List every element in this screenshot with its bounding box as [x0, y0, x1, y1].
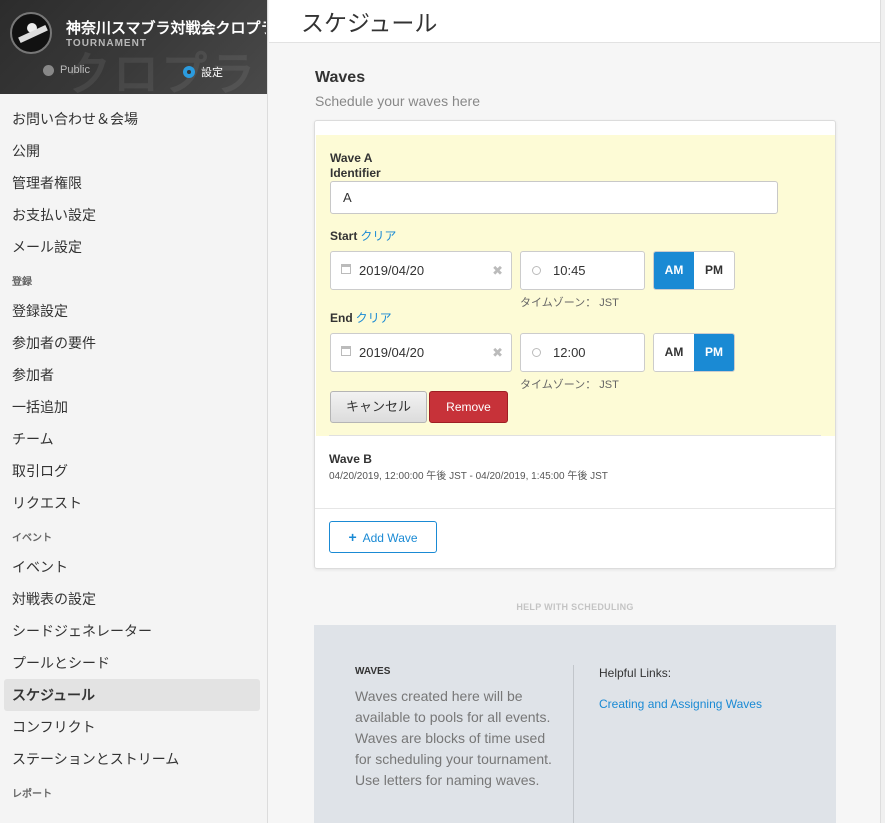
start-pm-button[interactable]: PM: [694, 252, 734, 289]
help-waves-text: Waves created here will be available to …: [355, 688, 552, 788]
helpful-links-title: Helpful Links:: [599, 666, 672, 680]
tab-public-label: Public: [60, 64, 90, 76]
waves-subtitle: Schedule your waves here: [315, 93, 480, 109]
sidebar-item[interactable]: お問い合わせ＆会場: [0, 103, 267, 135]
divider: [315, 508, 835, 509]
help-waves-title: WAVES: [355, 666, 391, 677]
sidebar-item[interactable]: シードジェネレーター: [0, 615, 267, 647]
help-panel: WAVES Waves created here will be availab…: [314, 625, 836, 823]
clear-date-icon[interactable]: ✖: [492, 334, 503, 371]
end-timezone: タイムゾーン： JST: [520, 379, 619, 391]
sidebar-section-reports: レポート: [12, 789, 52, 800]
end-time-input[interactable]: 12:00: [520, 333, 645, 372]
main-content: Waves Schedule your waves here Wave A Id…: [269, 44, 880, 823]
sidebar-item[interactable]: 取引ログ: [0, 455, 267, 487]
waves-card: Wave A Identifier Startクリア 2019/04/20 ✖ …: [314, 120, 836, 569]
sidebar-item[interactable]: コンフリクト: [0, 711, 267, 743]
end-date-value: 2019/04/20: [359, 345, 425, 360]
wave-b-time-range: 04/20/2019, 12:00:00 午後 JST - 04/20/2019…: [329, 471, 608, 482]
end-date-input[interactable]: 2019/04/20 ✖: [330, 333, 512, 372]
identifier-label: Identifier: [330, 166, 381, 180]
sidebar-item[interactable]: イベント: [0, 551, 267, 583]
clock-icon: [532, 348, 541, 357]
add-wave-button[interactable]: + Add Wave: [329, 521, 437, 553]
tab-public[interactable]: Public: [43, 64, 90, 76]
end-label-row: End クリア: [330, 309, 392, 326]
end-label: End: [330, 311, 353, 325]
start-date-value: 2019/04/20: [359, 263, 425, 278]
calendar-icon: [341, 264, 351, 274]
sidebar-item[interactable]: ステーションとストリーム: [0, 743, 267, 775]
identifier-input[interactable]: [330, 181, 778, 214]
divider: [573, 665, 574, 823]
sidebar-item[interactable]: 一括追加: [0, 391, 267, 423]
start-clear-link[interactable]: クリア: [360, 229, 396, 243]
sidebar-section-registration: 登録: [12, 277, 32, 288]
start-ampm-toggle: AM PM: [653, 251, 735, 290]
start-time-value: 10:45: [553, 263, 586, 278]
page-title: スケジュール: [301, 10, 438, 36]
sidebar-item-schedule[interactable]: スケジュール: [4, 679, 260, 711]
page-header: スケジュール: [269, 0, 885, 43]
sidebar-item[interactable]: お支払い設定: [0, 199, 267, 231]
wave-a-editor: Wave A Identifier Startクリア 2019/04/20 ✖ …: [316, 135, 835, 436]
gear-icon: [183, 66, 195, 78]
remove-button[interactable]: Remove: [429, 391, 508, 423]
sidebar-nav: お問い合わせ＆会場 公開 管理者権限 お支払い設定 メール設定 登録 登録設定 …: [0, 103, 267, 807]
start-label: Start: [330, 229, 358, 243]
sidebar-item[interactable]: 登録設定: [0, 295, 267, 327]
clock-icon: [532, 266, 541, 275]
start-time-input[interactable]: 10:45: [520, 251, 645, 290]
cancel-button[interactable]: キャンセル: [330, 391, 427, 423]
sidebar-section-events: イベント: [12, 533, 52, 544]
sidebar-item[interactable]: 管理者権限: [0, 167, 267, 199]
sidebar-item[interactable]: リクエスト: [0, 487, 267, 519]
globe-icon: [43, 64, 54, 76]
add-wave-label: Add Wave: [362, 531, 418, 545]
tournament-label: TOURNAMENT: [66, 38, 147, 49]
end-time-value: 12:00: [553, 345, 586, 360]
scrollbar[interactable]: [880, 0, 885, 823]
sidebar-item[interactable]: 参加者: [0, 359, 267, 391]
creating-waves-link[interactable]: Creating and Assigning Waves: [599, 697, 762, 711]
clear-date-icon[interactable]: ✖: [492, 252, 503, 289]
start-am-button[interactable]: AM: [654, 252, 694, 289]
end-clear-link[interactable]: クリア: [356, 311, 392, 325]
end-ampm-toggle: AM PM: [653, 333, 735, 372]
end-am-button[interactable]: AM: [654, 334, 694, 371]
wave-a-title: Wave A: [330, 151, 373, 165]
calendar-icon: [341, 346, 351, 356]
sidebar-item[interactable]: メール設定: [0, 231, 267, 263]
tab-settings-label: 設定: [201, 67, 223, 79]
tournament-name[interactable]: 神奈川スマブラ対戦会クロプラ: [66, 17, 266, 38]
help-heading: HELP WITH SCHEDULING: [516, 602, 634, 612]
wave-b-title[interactable]: Wave B: [329, 452, 372, 466]
start-date-input[interactable]: 2019/04/20 ✖: [330, 251, 512, 290]
sidebar-item[interactable]: プールとシード: [0, 647, 267, 679]
start-timezone: タイムゾーン： JST: [520, 297, 619, 309]
sidebar-item[interactable]: 対戦表の設定: [0, 583, 267, 615]
plus-icon: +: [348, 529, 357, 545]
sidebar-item[interactable]: 公開: [0, 135, 267, 167]
tournament-logo: [10, 12, 52, 54]
sidebar-item[interactable]: チーム: [0, 423, 267, 455]
waves-title: Waves: [315, 69, 366, 86]
end-pm-button[interactable]: PM: [694, 334, 734, 371]
sidebar: クロプラ 神奈川スマブラ対戦会クロプラ TOURNAMENT Public 設定…: [0, 0, 268, 823]
divider: [329, 435, 821, 436]
tournament-header: クロプラ 神奈川スマブラ対戦会クロプラ TOURNAMENT Public 設定: [0, 0, 267, 100]
start-label-row: Start クリア: [330, 227, 396, 244]
tab-settings[interactable]: 設定: [183, 64, 223, 80]
sidebar-item[interactable]: 参加者の要件: [0, 327, 267, 359]
